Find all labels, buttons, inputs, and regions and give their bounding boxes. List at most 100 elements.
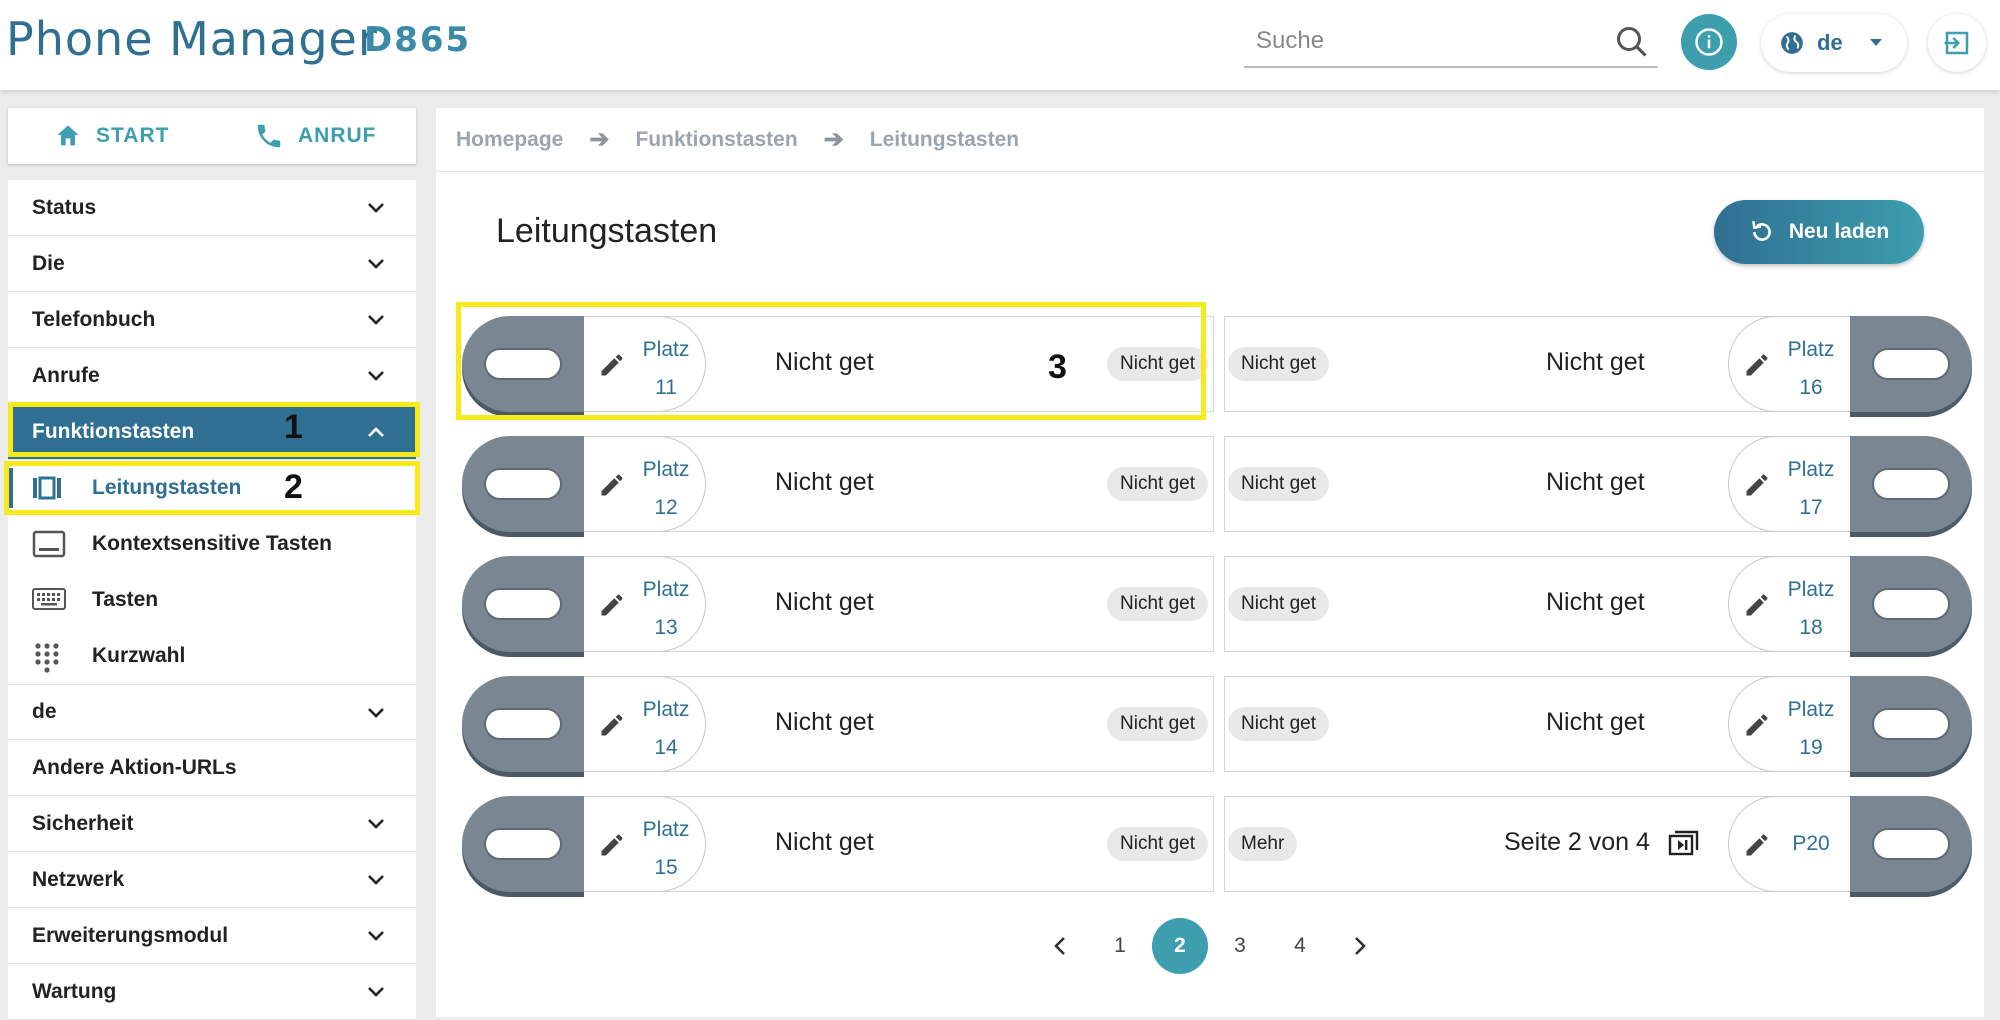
slot-edit-button[interactable]: Platz 14 — [584, 676, 706, 772]
pagination-prev-button[interactable] — [1032, 918, 1088, 974]
key-led — [1872, 348, 1950, 380]
sidebar-item-anrufe[interactable]: Anrufe — [8, 348, 416, 404]
slot-edit-button[interactable]: Platz 17 — [1728, 436, 1850, 532]
line-key-row: Nicht get Nicht get Platz 19 — [1224, 676, 1972, 772]
line-key-button[interactable] — [462, 436, 584, 532]
annotation-number-2: 2 — [284, 468, 303, 506]
slot-number: 16 — [1799, 376, 1823, 399]
pencil-icon — [601, 834, 623, 856]
pagination-page-1[interactable]: 1 — [1092, 918, 1148, 974]
logout-button[interactable] — [1928, 14, 1986, 72]
slot-title: P20 — [1792, 832, 1830, 855]
search-icon[interactable] — [1614, 24, 1650, 60]
breadcrumb-home[interactable]: Homepage — [456, 128, 563, 152]
pagination-page-3[interactable]: 3 — [1212, 918, 1268, 974]
line-key-row: Platz 15 Nicht get Nicht get — [462, 796, 1216, 892]
pencil-icon — [1746, 714, 1768, 736]
slot-edit-button[interactable]: P20 — [1728, 796, 1850, 892]
chevron-down-icon — [368, 203, 384, 213]
pencil-icon — [1746, 834, 1768, 856]
key-type-chip: Nicht get — [1107, 467, 1208, 501]
language-select[interactable]: de — [1761, 14, 1907, 72]
sidebar-subitem-label: Tasten — [92, 588, 159, 611]
slot-edit-button[interactable]: Platz 18 — [1728, 556, 1850, 652]
pagination-page-2[interactable]: 2 — [1152, 918, 1208, 974]
main-panel: Homepage ➔ Funktionstasten ➔ Leitungstas… — [436, 108, 1984, 1017]
sidebar-item-label: Status — [32, 195, 97, 219]
slot-edit-button[interactable]: Platz 19 — [1728, 676, 1850, 772]
page-title: Leitungstasten — [496, 212, 718, 250]
key-label: Nicht get — [775, 708, 874, 736]
sidebar-item-die[interactable]: Die — [8, 236, 416, 292]
sidebar-subitem-label: Kontextsensitive Tasten — [92, 532, 333, 555]
sidebar-item-wartung[interactable]: Wartung — [8, 964, 416, 1020]
slot-edit-button[interactable]: Platz 16 — [1728, 316, 1850, 412]
sidebar-subitem-tasten[interactable]: Tasten — [8, 572, 416, 628]
chevron-down-icon — [368, 987, 384, 997]
key-label: Nicht get — [1546, 588, 1645, 616]
sidebar-item-status[interactable]: Status — [8, 180, 416, 236]
slot-label: P20 — [1781, 825, 1841, 863]
language-label: de — [1817, 30, 1843, 55]
pagination-next-button[interactable] — [1332, 918, 1388, 974]
start-button[interactable]: START — [54, 108, 169, 164]
line-key-button[interactable] — [1850, 556, 1972, 652]
info-button[interactable] — [1681, 14, 1737, 70]
sidebar-item-label: Anrufe — [32, 363, 100, 387]
key-type-chip: Nicht get — [1228, 347, 1329, 381]
start-label: START — [96, 124, 170, 147]
breadcrumb-funktionstasten[interactable]: Funktionstasten — [635, 128, 797, 152]
line-key-button[interactable] — [462, 676, 584, 772]
sidebar-menu: Status Die Telefonbuch Anrufe Funktionst… — [8, 180, 416, 1020]
slot-title: Platz — [642, 458, 690, 481]
sidebar-item-erweiterungsmodul[interactable]: Erweiterungsmodul — [8, 908, 416, 964]
slot-edit-button[interactable]: Platz 13 — [584, 556, 706, 652]
sidebar-subitem-kurzwahl[interactable]: Kurzwahl — [8, 628, 416, 684]
line-key-button[interactable] — [1850, 676, 1972, 772]
sidebar-item-de[interactable]: de — [8, 684, 416, 740]
sidebar-item-telefonbuch[interactable]: Telefonbuch — [8, 292, 416, 348]
slot-label: Platz 14 — [636, 691, 696, 767]
search-box — [1244, 18, 1658, 68]
line-key-row: Nicht get Nicht get Platz 18 — [1224, 556, 1972, 652]
sidebar-item-andere-aktion-urls[interactable]: Andere Aktion-URLs — [8, 740, 416, 796]
sidebar-item-netzwerk[interactable]: Netzwerk — [8, 852, 416, 908]
page-skip-icon[interactable] — [1668, 830, 1700, 858]
sidebar-subitem-label: Kurzwahl — [92, 644, 186, 667]
search-input[interactable] — [1256, 24, 1596, 58]
breadcrumb-current: Leitungstasten — [869, 127, 1020, 151]
line-key-button[interactable] — [462, 556, 584, 652]
sidebar-item-label: Andere Aktion-URLs — [32, 755, 237, 779]
slot-edit-button[interactable]: Platz 12 — [584, 436, 706, 532]
key-type-chip: Nicht get — [1228, 587, 1329, 621]
key-type-chip: Nicht get — [1107, 827, 1208, 861]
reload-button[interactable]: Neu laden — [1714, 200, 1924, 264]
slot-label: Platz 12 — [636, 451, 696, 527]
line-key-button[interactable] — [1850, 436, 1972, 532]
app-logo: Phone Manager — [6, 12, 378, 66]
slot-title: Platz — [1787, 698, 1835, 721]
sidebar-item-sicherheit[interactable]: Sicherheit — [8, 796, 416, 852]
slot-number: 12 — [654, 496, 678, 519]
slot-title: Platz — [1787, 338, 1835, 361]
sidebar-subitem-kontextsensitive[interactable]: Kontextsensitive Tasten — [8, 516, 416, 572]
pencil-icon — [601, 474, 623, 496]
pagination-page-4[interactable]: 4 — [1272, 918, 1328, 974]
slot-title: Platz — [642, 698, 690, 721]
line-key-button[interactable] — [462, 796, 584, 892]
slot-edit-button[interactable]: Platz 15 — [584, 796, 706, 892]
key-led — [1872, 828, 1950, 860]
pencil-icon — [601, 594, 623, 616]
info-icon — [1695, 28, 1723, 56]
annotation-number-1: 1 — [284, 408, 303, 446]
slot-label: Platz 18 — [1781, 571, 1841, 647]
sidebar-item-label: Erweiterungsmodul — [32, 923, 229, 947]
slot-label: Platz 19 — [1781, 691, 1841, 767]
line-key-button[interactable] — [1850, 316, 1972, 412]
more-chip[interactable]: Mehr — [1228, 827, 1298, 861]
chevron-down-icon — [368, 708, 384, 718]
line-key-row: Platz 12 Nicht get Nicht get — [462, 436, 1216, 532]
call-button[interactable]: ANRUF — [254, 108, 377, 164]
line-key-button[interactable] — [1850, 796, 1972, 892]
dialpad-icon — [35, 643, 59, 673]
